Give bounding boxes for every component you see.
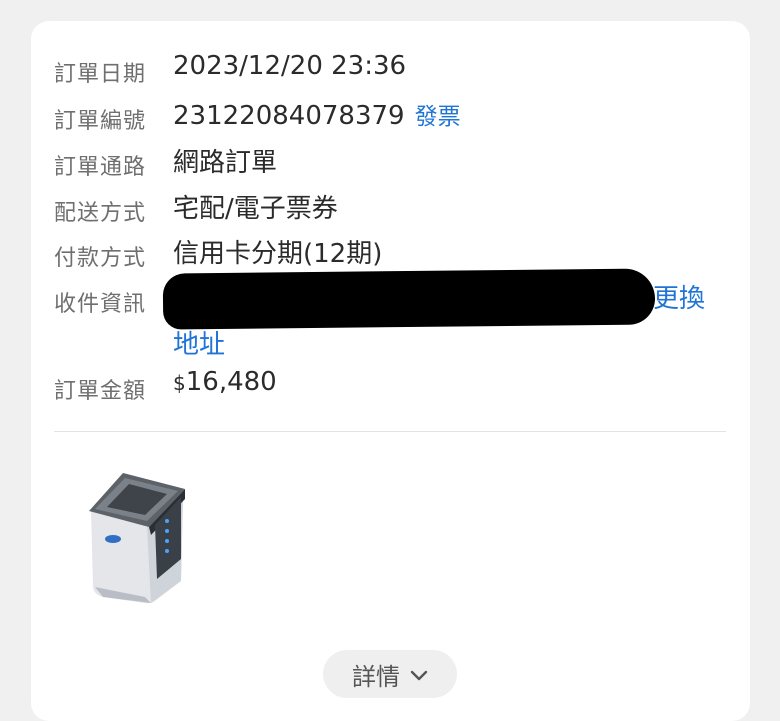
order-date-value: 2023/12/20 23:36 (173, 51, 407, 81)
order-amount-value-wrap: $16,480 (173, 367, 277, 397)
details-button[interactable]: 詳情 (323, 650, 457, 698)
delivery-method-value: 宅配/電子票券 (173, 194, 338, 224)
divider (54, 431, 726, 432)
change-address-link-part1[interactable]: 更換 (653, 278, 705, 315)
recipient-info-redaction (162, 268, 656, 330)
invoice-link[interactable]: 發票 (415, 104, 461, 130)
washing-machine-icon[interactable] (85, 469, 189, 605)
currency-symbol: $ (173, 371, 186, 395)
order-number-label: 訂單編號 (54, 109, 147, 134)
payment-method-label: 付款方式 (54, 246, 147, 271)
order-amount-value: 16,480 (185, 367, 277, 397)
delivery-method-label: 配送方式 (54, 201, 147, 226)
change-address-link-part2[interactable]: 地址 (173, 324, 225, 361)
recipient-info-label: 收件資訊 (54, 292, 147, 317)
details-button-label: 詳情 (352, 662, 400, 691)
order-number-value-wrap: 23122084078379 發票 (173, 97, 461, 131)
payment-method-value: 信用卡分期(12期) (173, 239, 383, 269)
order-number-value: 23122084078379 (173, 101, 405, 131)
chevron-down-icon (410, 660, 428, 688)
order-channel-value: 網路訂單 (173, 148, 278, 178)
order-card: 訂單日期 2023/12/20 23:36 訂單編號 2312208407837… (31, 21, 750, 721)
order-channel-label: 訂單通路 (54, 155, 147, 180)
order-date-label: 訂單日期 (54, 62, 147, 87)
order-amount-label: 訂單金額 (54, 379, 147, 404)
